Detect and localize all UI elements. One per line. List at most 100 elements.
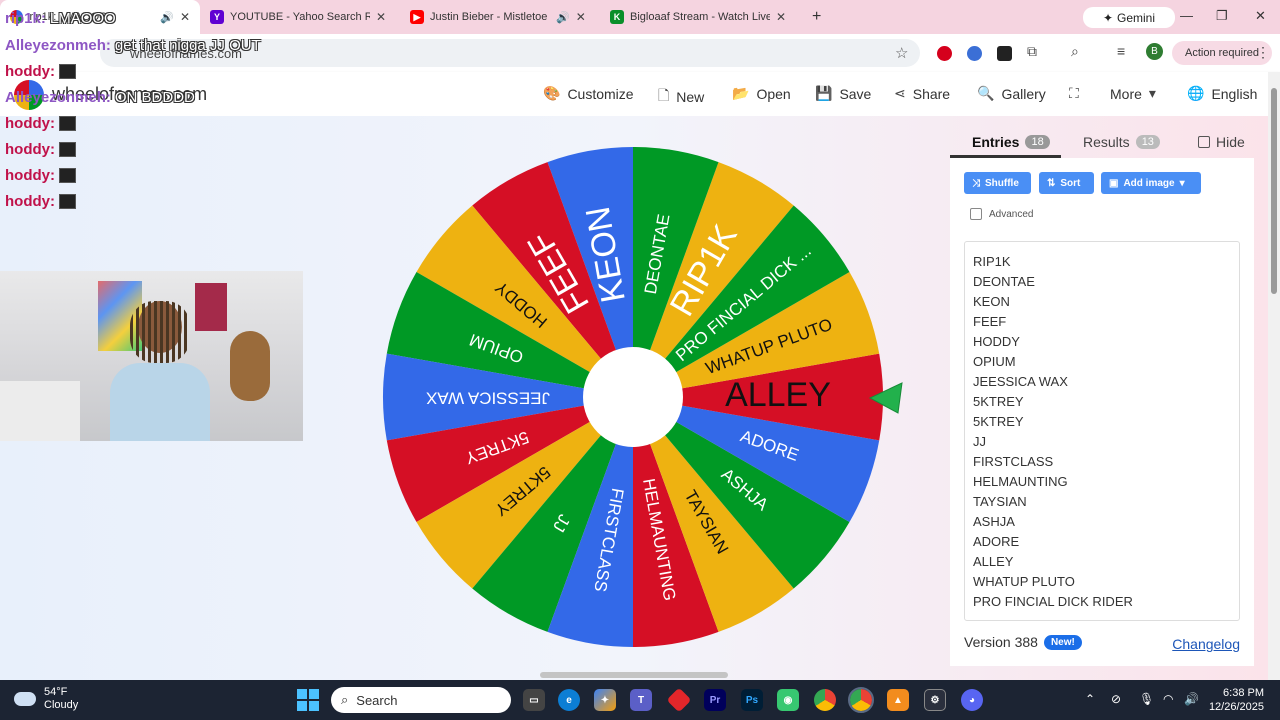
search-tabs-icon[interactable]: ⌕	[1071, 43, 1079, 60]
microphone-icon[interactable]: 🎙	[1139, 692, 1154, 706]
tab-kick[interactable]: K Bigloaaf Stream - Watch Live on Kick ✕	[600, 0, 800, 34]
image-icon: ▣	[1109, 177, 1119, 189]
emote-icon	[59, 142, 76, 157]
weather-widget[interactable]: 54°F Cloudy	[14, 686, 78, 712]
close-tab-icon[interactable]: ✕	[776, 10, 786, 24]
entry-line: TAYSIAN	[973, 494, 1027, 509]
gemini-label: Gemini	[1117, 10, 1156, 25]
chat-text: ON BDDDD	[114, 89, 195, 106]
hide-toggle[interactable]: Hide	[1198, 134, 1245, 150]
wheel-pointer-icon	[868, 382, 903, 414]
copilot-icon[interactable]: ✦	[594, 689, 616, 711]
volume-icon[interactable]: 🔊	[1184, 692, 1199, 706]
app-icon[interactable]: ⚙	[924, 689, 946, 711]
close-window-icon[interactable]: ✕	[1255, 8, 1266, 24]
advanced-checkbox[interactable]	[970, 208, 982, 220]
discord-icon[interactable]: ◕	[961, 689, 983, 711]
extension-icon[interactable]	[997, 46, 1012, 61]
chrome-icon[interactable]	[814, 689, 836, 711]
minimize-icon[interactable]: —	[1180, 8, 1193, 23]
app-icon[interactable]: ▲	[887, 689, 909, 711]
extension-icon[interactable]	[967, 46, 982, 61]
teams-icon[interactable]: T	[630, 689, 652, 711]
entry-line: OPIUM	[973, 354, 1016, 369]
obs-icon[interactable]: ◉	[777, 689, 799, 711]
tab-title: Bigloaaf Stream - Watch Live on Kick	[630, 11, 770, 23]
tab-title: YOUTUBE - Yahoo Search Results	[230, 11, 370, 23]
chat-username: hoddy:	[5, 63, 55, 80]
taskbar-search[interactable]: ⌕ Search	[331, 687, 511, 713]
chat-username: Alleyezonmeh:	[5, 37, 111, 54]
tab-results[interactable]: Results 13	[1083, 134, 1160, 150]
maximize-icon[interactable]: ❐	[1216, 8, 1228, 24]
windows-start-icon[interactable]	[297, 689, 319, 711]
nav-label: Open	[756, 85, 791, 102]
new-tab-icon[interactable]: +	[800, 8, 833, 26]
close-tab-icon[interactable]: ✕	[376, 10, 386, 24]
tab-youtube[interactable]: ▶ Justin Bieber - Mistletoe (Lyrics) 🔊 ✕	[400, 0, 600, 34]
entry-line: PRO FINCIAL DICK RIDER	[973, 594, 1133, 609]
shuffle-button[interactable]: ⤨ Shuffle	[964, 172, 1031, 194]
entry-line: HODDY	[973, 334, 1020, 349]
nav-more[interactable]: More ▾	[1110, 85, 1156, 102]
fullscreen-button[interactable]: ⛶	[1069, 85, 1079, 102]
clock[interactable]: 6:38 PM 12/26/2025	[1204, 686, 1264, 714]
chat-message: Alleyezonmeh: ON BDDDD	[5, 89, 195, 106]
streamer	[110, 301, 210, 441]
sort-button[interactable]: ⇅ Sort	[1039, 172, 1094, 194]
browser-menu-icon[interactable]: ⋮	[1256, 44, 1270, 61]
nav-label: Share	[912, 85, 951, 102]
tray-icon[interactable]: ⊘	[1111, 692, 1121, 706]
task-view-icon[interactable]: ▭	[523, 689, 545, 711]
gemini-button[interactable]: ✦ Gemini	[1083, 7, 1175, 28]
edge-icon[interactable]: e	[558, 689, 580, 711]
speaker-icon[interactable]: 🔊	[160, 11, 174, 24]
tab-entries[interactable]: Entries 18	[972, 134, 1050, 150]
media-icon[interactable]: ≡	[1117, 43, 1125, 59]
entries-card: ⤨ Shuffle ⇅ Sort ▣ Add image ▾ Advanced RIP1…	[950, 158, 1254, 666]
entries-textarea[interactable]: RIP1K DEONTAE KEON FEEF HODDY OPIUM JEESSICA W…	[964, 241, 1240, 621]
advanced-label: Advanced	[989, 208, 1034, 220]
action-required-label: Action required	[1185, 47, 1259, 59]
emote-icon	[59, 116, 76, 131]
speaker-icon[interactable]: 🔊	[556, 11, 570, 24]
chat-message: hoddy:	[5, 141, 76, 158]
scrollbar-thumb[interactable]	[1271, 88, 1277, 294]
profile-avatar[interactable]: B	[1146, 43, 1163, 60]
chat-username: hoddy:	[5, 141, 55, 158]
tab-title: Justin Bieber - Mistletoe (Lyrics)	[430, 11, 550, 23]
entry-line: DEONTAE	[973, 274, 1035, 289]
nav-open[interactable]: 📂 Open	[732, 85, 791, 102]
chevron-up-icon[interactable]: ⌃	[1085, 692, 1095, 706]
close-tab-icon[interactable]: ✕	[576, 10, 586, 24]
chat-username: hoddy:	[5, 115, 55, 132]
chrome-active-icon[interactable]	[848, 687, 874, 713]
close-tab-icon[interactable]: ✕	[180, 10, 190, 24]
tab-yahoo[interactable]: Y YOUTUBE - Yahoo Search Results ✕	[200, 0, 400, 34]
add-image-button[interactable]: ▣ Add image ▾	[1101, 172, 1201, 194]
changelog-link[interactable]: Changelog	[1172, 636, 1240, 652]
nav-customize[interactable]: 🎨 Customize	[543, 85, 634, 102]
app-icon[interactable]	[666, 687, 692, 713]
advanced-toggle[interactable]: Advanced	[970, 208, 1033, 220]
extension-icon[interactable]	[937, 46, 952, 61]
hide-checkbox[interactable]	[1198, 136, 1210, 148]
photoshop-icon[interactable]: Ps	[741, 689, 763, 711]
nav-new[interactable]: 🗋 New	[658, 85, 704, 109]
bookmark-star-icon[interactable]: ☆	[895, 44, 908, 62]
wheel[interactable]: RIP1KDEONTAEKEONFEEFHODDYOPIUMJEESSICA W…	[380, 144, 886, 650]
nav-label: New	[676, 89, 705, 105]
nav-share[interactable]: ⋖ Share	[894, 85, 950, 102]
premiere-icon[interactable]: Pr	[704, 689, 726, 711]
nav-save[interactable]: 💾 Save	[815, 85, 871, 102]
horizontal-scrollbar[interactable]	[540, 672, 728, 678]
wheel-center[interactable]	[583, 347, 683, 447]
chat-message: hoddy:	[5, 167, 76, 184]
chat-message: hoddy:	[5, 193, 76, 210]
wifi-icon[interactable]: ◠	[1163, 692, 1173, 706]
extensions-puzzle-icon[interactable]: ⧉	[1027, 43, 1037, 60]
chat-message: hoddy:	[5, 115, 76, 132]
nav-gallery[interactable]: 🔍 Gallery	[977, 85, 1046, 102]
chat-username: hoddy:	[5, 167, 55, 184]
nav-language[interactable]: 🌐 English	[1187, 85, 1257, 102]
